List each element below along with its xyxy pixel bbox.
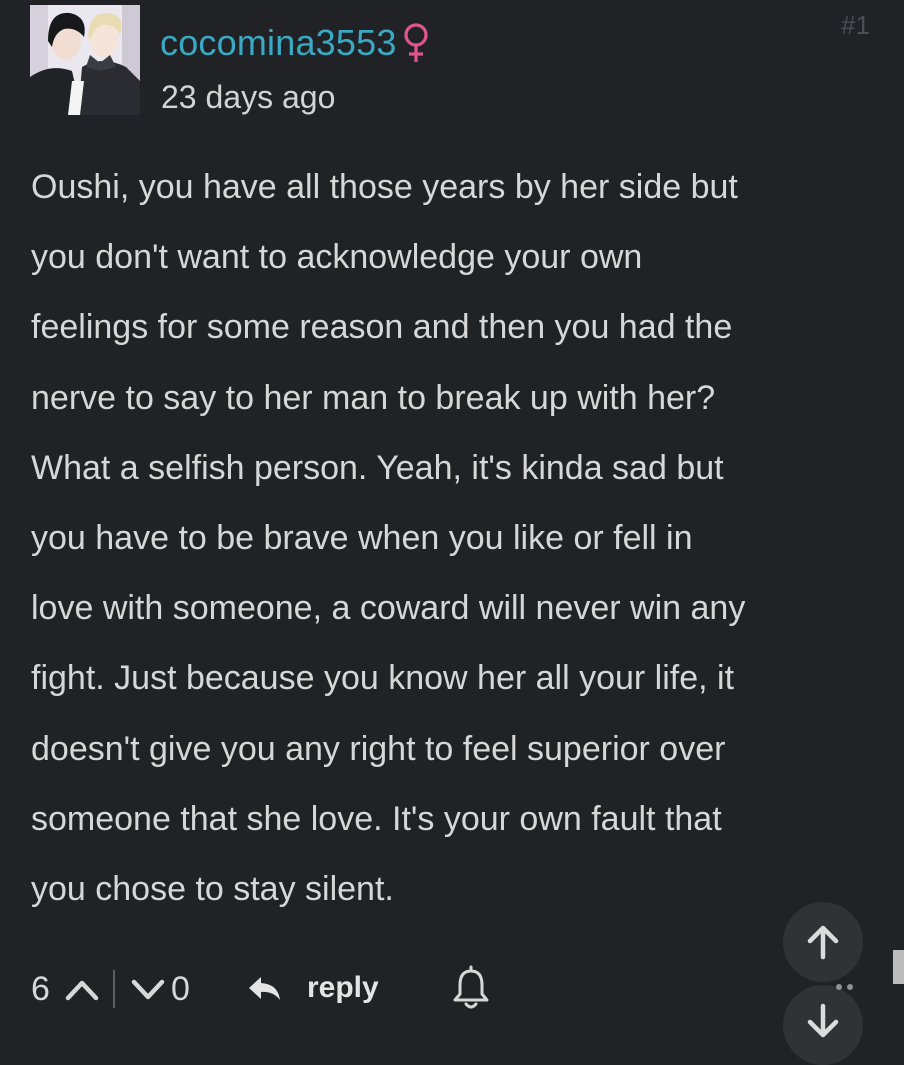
comment-line: Oushi, you have all those years by her s… bbox=[31, 168, 738, 206]
comment-line: What a selfish person. Yeah, it's kinda … bbox=[31, 448, 724, 487]
comment-line: someone that she love. It's your own fau… bbox=[31, 799, 722, 838]
scroll-to-bottom-button[interactable] bbox=[783, 985, 863, 1065]
reply-arrow-icon bbox=[249, 977, 280, 1000]
arrow-up-icon bbox=[807, 925, 839, 960]
arrow-down-icon bbox=[807, 1003, 839, 1038]
scrollbar-thumb[interactable] bbox=[893, 950, 904, 984]
comment-author-row: cocomina3553 bbox=[160, 18, 431, 68]
scroll-to-top-button[interactable] bbox=[783, 902, 863, 982]
comment-line: doesn't give you any right to feel super… bbox=[31, 729, 726, 768]
user-avatar[interactable] bbox=[30, 5, 140, 115]
reply-label: reply bbox=[307, 971, 379, 1004]
upvote-count: 6 bbox=[31, 970, 50, 1008]
downvote-button[interactable] bbox=[128, 969, 168, 1009]
reply-button[interactable]: reply bbox=[245, 965, 379, 1011]
comment-timestamp: 23 days ago bbox=[161, 79, 336, 115]
comment-line: nerve to say to her man to break up with… bbox=[31, 378, 716, 417]
notify-button[interactable] bbox=[449, 965, 493, 1011]
more-dots-icon bbox=[836, 984, 856, 992]
comment-actions-bar: 6 0 reply bbox=[0, 955, 904, 1021]
comment-line: you have to be brave when you like or fe… bbox=[31, 519, 693, 558]
comment-line: you don't want to acknowledge your own bbox=[31, 238, 643, 277]
vote-divider bbox=[113, 970, 115, 1008]
comment-number: #1 bbox=[841, 10, 870, 40]
comment-username[interactable]: cocomina3553 bbox=[160, 18, 397, 68]
female-symbol-icon bbox=[401, 21, 431, 65]
comment-line: fight. Just because you know her all you… bbox=[31, 659, 735, 698]
comment-line: feelings for some reason and then you ha… bbox=[31, 308, 733, 347]
comment-body: Oushi, you have all those years by her s… bbox=[31, 152, 881, 924]
comment-line: you chose to stay silent. bbox=[31, 870, 394, 909]
chevron-up-icon bbox=[65, 980, 99, 1001]
bell-icon bbox=[453, 965, 489, 1009]
chevron-down-icon bbox=[131, 979, 165, 1000]
upvote-button[interactable] bbox=[62, 969, 102, 1009]
comment-line: love with someone, a coward will never w… bbox=[31, 589, 746, 628]
downvote-count: 0 bbox=[171, 970, 190, 1008]
